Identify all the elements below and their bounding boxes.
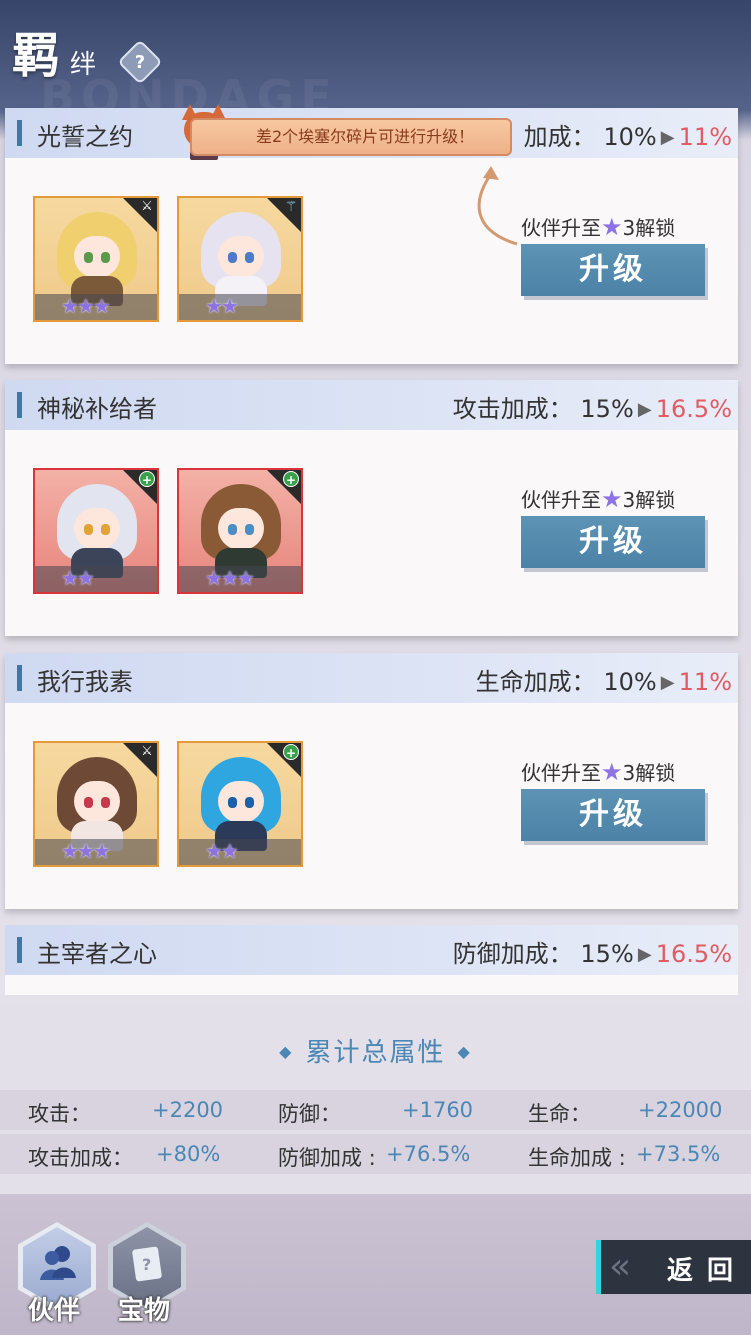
- attack-role-icon: ⚔: [141, 199, 153, 214]
- stats-row: 攻击加成： +80% 防御加成 : +76.5% 生命加成 : +73.5%: [0, 1134, 751, 1174]
- mage-role-icon: ⚚: [284, 199, 298, 215]
- header-accent-bar: [17, 120, 22, 146]
- star-rating: ★★: [61, 566, 95, 590]
- bond-bonus: 攻击加成： 15% ▶ 16.5%: [452, 395, 732, 423]
- bond-bonus: 生命加成： 10% ▶ 11%: [475, 668, 732, 696]
- bonus-old: 10%: [603, 123, 657, 151]
- upgrade-button[interactable]: 升级: [521, 244, 705, 296]
- purple-star-icon: ★: [601, 758, 623, 786]
- star-rating: ★★★: [205, 566, 255, 590]
- stat-value: +80%: [156, 1142, 221, 1166]
- attack-role-icon: ⚔: [141, 744, 153, 759]
- arrow-right-icon: ▶: [637, 399, 652, 420]
- bond-header: 主宰者之心 防御加成： 15% ▶ 16.5%: [5, 925, 738, 975]
- total-stats-panel: ◆ 累计总属性 ◆ 攻击： +2200 防御： +1760 生命： +22000 攻…: [0, 1018, 751, 1194]
- stat-label: 生命：: [528, 1102, 591, 1126]
- arrow-right-icon: ▶: [637, 944, 652, 965]
- back-button[interactable]: « 返回: [596, 1240, 751, 1294]
- bond-name: 主宰者之心: [37, 940, 157, 968]
- stats-row: 攻击： +2200 防御： +1760 生命： +22000: [0, 1090, 751, 1130]
- bond-bonus: 加成： 10% ▶ 11%: [524, 117, 732, 152]
- upgrade-button[interactable]: 升级: [521, 789, 705, 841]
- bond-name: 光誓之约: [37, 123, 133, 151]
- partner-portrait[interactable]: ⚚ ★★: [177, 196, 303, 322]
- star-rating: ★★★: [61, 839, 111, 863]
- stat-label: 攻击加成：: [28, 1146, 133, 1170]
- treasure-card-icon: ?: [132, 1246, 162, 1282]
- svg-text:?: ?: [142, 1255, 151, 1274]
- tab-partner-label[interactable]: 伙伴: [28, 1290, 80, 1327]
- page-title: 羁: [12, 28, 63, 84]
- stat-label: 防御加成 :: [278, 1146, 376, 1170]
- bond-card-4: 主宰者之心 防御加成： 15% ▶ 16.5%: [5, 925, 738, 995]
- question-icon: ?: [134, 51, 146, 73]
- diamond-icon: ◆: [279, 1042, 294, 1061]
- back-label: 返回: [667, 1256, 748, 1286]
- partner-portrait[interactable]: + ★★: [177, 741, 303, 867]
- stat-label: 生命加成 :: [528, 1146, 626, 1170]
- upgrade-button[interactable]: 升级: [521, 516, 705, 568]
- bonus-new: 11%: [678, 123, 732, 151]
- diamond-icon: ◆: [457, 1042, 472, 1061]
- unlock-requirement: 伙伴升至★3解锁: [521, 213, 676, 241]
- purple-star-icon: ★: [601, 213, 623, 241]
- curved-arrow-icon: [477, 166, 518, 246]
- star-rating: ★★: [205, 294, 239, 318]
- arrow-right-icon: ▶: [660, 672, 675, 693]
- stat-value: +22000: [638, 1098, 723, 1122]
- bond-header: 神秘补给者 攻击加成： 15% ▶ 16.5%: [5, 380, 738, 430]
- stat-label: 攻击：: [28, 1102, 91, 1126]
- unlock-requirement: 伙伴升至★3解锁: [521, 485, 676, 513]
- star-rating: ★★: [205, 839, 239, 863]
- totals-title: ◆ 累计总属性 ◆: [0, 1032, 751, 1069]
- bond-bonus: 防御加成： 15% ▶ 16.5%: [452, 940, 732, 968]
- bond-card-2: 神秘补给者 攻击加成： 15% ▶ 16.5% + ★★ + ★★★ 伙伴升至★3解…: [5, 380, 738, 636]
- double-chevron-left-icon: «: [609, 1246, 631, 1287]
- bonus-label: 加成：: [523, 123, 596, 151]
- heal-role-icon: +: [139, 471, 155, 487]
- star-rating: ★★★: [61, 294, 111, 318]
- partner-icon: [40, 1246, 76, 1280]
- bond-name: 我行我素: [37, 668, 133, 696]
- stat-value: +1760: [402, 1098, 474, 1122]
- header-bar: BONDAGE 羁 绊 ?: [0, 0, 751, 124]
- upgrade-hint-tooltip: 差2个埃塞尔碎片可进行升级！: [190, 118, 512, 156]
- partner-portrait[interactable]: ⚔ ★★★: [33, 741, 159, 867]
- partner-portrait[interactable]: + ★★★: [177, 468, 303, 594]
- heal-role-icon: +: [283, 471, 299, 487]
- stat-value: +76.5%: [386, 1142, 471, 1166]
- unlock-requirement: 伙伴升至★3解锁: [521, 758, 676, 786]
- page-subtitle: 绊: [70, 50, 97, 80]
- partner-portrait[interactable]: ⚔ ★★★: [33, 196, 159, 322]
- stat-value: +2200: [152, 1098, 224, 1122]
- partner-portrait[interactable]: + ★★: [33, 468, 159, 594]
- arrow-right-icon: ▶: [660, 127, 675, 148]
- purple-star-icon: ★: [601, 485, 623, 513]
- stat-value: +73.5%: [636, 1142, 721, 1166]
- bond-header: 我行我素 生命加成： 10% ▶ 11%: [5, 653, 738, 703]
- tab-treasure-label[interactable]: 宝物: [118, 1290, 170, 1327]
- stat-label: 防御：: [278, 1102, 341, 1126]
- bond-name: 神秘补给者: [37, 395, 157, 423]
- bond-card-3: 我行我素 生命加成： 10% ▶ 11% ⚔ ★★★ + ★★ 伙伴升至★3解锁 升…: [5, 653, 738, 909]
- heal-role-icon: +: [283, 744, 299, 760]
